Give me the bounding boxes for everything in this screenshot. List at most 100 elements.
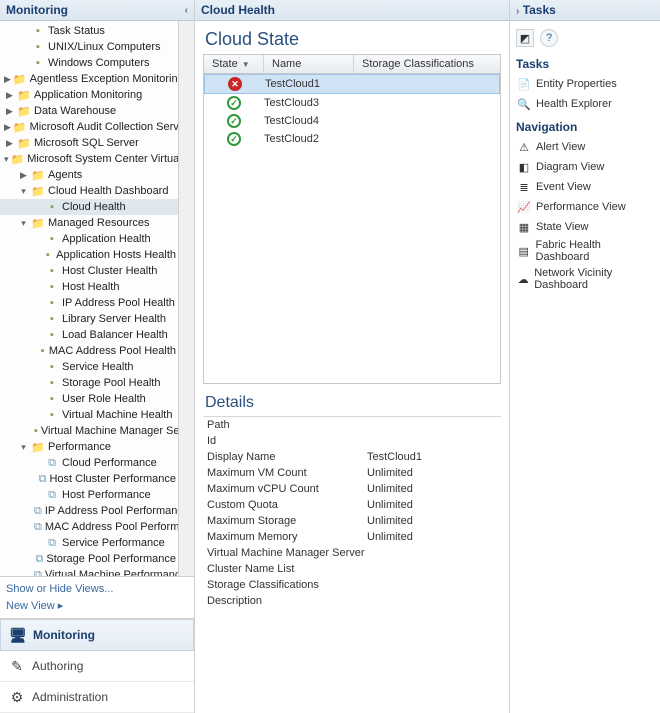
tree-item[interactable]: ⧉Cloud Performance xyxy=(0,455,178,471)
grid-header: State▼ Name Storage Classifications xyxy=(204,55,500,74)
nav-icon: 🖥 xyxy=(9,626,27,644)
nav-icon: ⚙ xyxy=(8,688,26,706)
col-name[interactable]: Name xyxy=(264,55,354,73)
expander-icon xyxy=(18,58,29,69)
folder-icon: 📁 xyxy=(11,152,25,166)
nav-monitoring[interactable]: 🖥Monitoring xyxy=(0,619,194,651)
monitoring-tree[interactable]: ▪Task Status▪UNIX/Linux Computers▪Window… xyxy=(0,21,178,576)
expander-icon[interactable]: ▾ xyxy=(18,186,29,197)
navigation-link[interactable]: ≣Event View xyxy=(516,177,654,197)
expander-icon[interactable]: ▶ xyxy=(4,138,15,149)
grid-body[interactable]: ✕TestCloud1✓TestCloud3✓TestCloud4✓TestCl… xyxy=(204,74,500,383)
task-link[interactable]: 📄Entity Properties xyxy=(516,74,654,94)
expander-icon[interactable]: ▶ xyxy=(4,122,11,133)
expander-icon[interactable]: ▶ xyxy=(18,170,29,181)
task-action-button[interactable]: ◩ xyxy=(516,29,534,47)
nav-administration[interactable]: ⚙Administration xyxy=(0,682,194,713)
tree-item[interactable]: ⧉IP Address Pool Performance xyxy=(0,503,178,519)
tree-item[interactable]: ▪Task Status xyxy=(0,23,178,39)
table-row[interactable]: ✓TestCloud3 xyxy=(204,94,500,112)
folder-icon: 📁 xyxy=(31,440,45,454)
help-button[interactable]: ? xyxy=(540,29,558,47)
perf-icon: ⧉ xyxy=(39,472,47,486)
tree-item[interactable]: ⧉Host Cluster Performance xyxy=(0,471,178,487)
table-row[interactable]: ✕TestCloud1 xyxy=(204,74,500,94)
navigation-link[interactable]: 📈Performance View xyxy=(516,197,654,217)
link-label: Entity Properties xyxy=(536,78,617,90)
show-hide-views-link[interactable]: Show or Hide Views... xyxy=(6,581,188,597)
tree-item[interactable]: ▪Load Balancer Health xyxy=(0,327,178,343)
navigation-link[interactable]: ▤Fabric Health Dashboard xyxy=(516,237,654,265)
expander-icon[interactable]: ▶ xyxy=(4,90,15,101)
link-label: Network Vicinity Dashboard xyxy=(534,267,654,291)
content-pane: Cloud Health Cloud State State▼ Name Sto… xyxy=(195,0,510,713)
expander-icon[interactable]: ▾ xyxy=(18,442,29,453)
expander-icon[interactable]: ▶ xyxy=(4,106,15,117)
tree-item[interactable]: ⧉MAC Address Pool Performance xyxy=(0,519,178,535)
tree-item[interactable]: ▪Host Health xyxy=(0,279,178,295)
expander-icon[interactable]: ▶ xyxy=(4,74,11,85)
tree-item[interactable]: ▶📁Microsoft SQL Server xyxy=(0,135,178,151)
tree-item[interactable]: ⧉Service Performance xyxy=(0,535,178,551)
detail-key: Display Name xyxy=(207,451,367,463)
collapse-left-icon[interactable]: ‹ xyxy=(185,5,188,16)
task-link[interactable]: 🔍Health Explorer xyxy=(516,94,654,114)
cell-name: TestCloud3 xyxy=(264,97,354,109)
folder-icon: 📁 xyxy=(31,184,45,198)
link-icon: 📈 xyxy=(516,199,532,215)
tree-item[interactable]: ▪Virtual Machine Health xyxy=(0,407,178,423)
tree-item[interactable]: ▶📁Agentless Exception Monitoring xyxy=(0,71,178,87)
nav-label: Authoring xyxy=(32,659,83,673)
tree-item[interactable]: ▶📁Agents xyxy=(0,167,178,183)
expander-icon xyxy=(32,458,43,469)
navigation-link[interactable]: ⚠Alert View xyxy=(516,137,654,157)
state-icon: ▪ xyxy=(31,56,45,70)
tree-item[interactable]: ▪Virtual Machine Manager Server Health xyxy=(0,423,178,439)
tree-item[interactable]: ▪Cloud Health xyxy=(0,199,178,215)
tree-item-label: Host Cluster Health xyxy=(62,265,157,277)
tree-item[interactable]: ▪IP Address Pool Health xyxy=(0,295,178,311)
expander-icon[interactable]: ▾ xyxy=(18,218,29,229)
tree-item[interactable]: ▶📁Microsoft Audit Collection Services xyxy=(0,119,178,135)
expander-icon xyxy=(32,330,43,341)
expand-right-icon[interactable]: › xyxy=(516,6,519,17)
tree-item[interactable]: ▾📁Performance xyxy=(0,439,178,455)
tree-item[interactable]: ▶📁Application Monitoring xyxy=(0,87,178,103)
tree-item[interactable]: ▪UNIX/Linux Computers xyxy=(0,39,178,55)
navigation-link[interactable]: ☁Network Vicinity Dashboard xyxy=(516,265,654,293)
expander-icon[interactable]: ▾ xyxy=(4,154,9,165)
expander-icon xyxy=(18,42,29,53)
tree-scrollbar[interactable] xyxy=(178,21,194,576)
new-view-link[interactable]: New View ▸ xyxy=(6,597,188,614)
col-storage[interactable]: Storage Classifications xyxy=(354,55,500,73)
wunderbar: 🖥Monitoring✎Authoring⚙Administration xyxy=(0,618,194,713)
tree-item[interactable]: ⧉Virtual Machine Performance xyxy=(0,567,178,576)
table-row[interactable]: ✓TestCloud4 xyxy=(204,112,500,130)
cell-name: TestCloud1 xyxy=(265,78,355,90)
detail-row: Maximum StorageUnlimited xyxy=(203,513,501,529)
tree-item[interactable]: ▾📁Microsoft System Center Virtual Machin… xyxy=(0,151,178,167)
state-icon: ▪ xyxy=(45,328,59,342)
tree-item[interactable]: ▪Library Server Health xyxy=(0,311,178,327)
col-state[interactable]: State▼ xyxy=(204,55,264,73)
tree-item[interactable]: ▪Storage Pool Health xyxy=(0,375,178,391)
navigation-link[interactable]: ◧Diagram View xyxy=(516,157,654,177)
tree-item[interactable]: ▪Windows Computers xyxy=(0,55,178,71)
nav-authoring[interactable]: ✎Authoring xyxy=(0,651,194,682)
state-healthy-icon: ✓ xyxy=(227,132,241,146)
navigation-link[interactable]: ▦State View xyxy=(516,217,654,237)
tree-item[interactable]: ▪User Role Health xyxy=(0,391,178,407)
tree-item[interactable]: ▪Application Health xyxy=(0,231,178,247)
detail-row: Path xyxy=(203,417,501,433)
tree-item[interactable]: ▪Host Cluster Health xyxy=(0,263,178,279)
table-row[interactable]: ✓TestCloud2 xyxy=(204,130,500,148)
tree-item[interactable]: ▾📁Managed Resources xyxy=(0,215,178,231)
tree-item[interactable]: ⧉Host Performance xyxy=(0,487,178,503)
tree-item[interactable]: ▪Application Hosts Health xyxy=(0,247,178,263)
tree-item[interactable]: ▶📁Data Warehouse xyxy=(0,103,178,119)
tree-item[interactable]: ▪Service Health xyxy=(0,359,178,375)
tree-item[interactable]: ▾📁Cloud Health Dashboard xyxy=(0,183,178,199)
detail-key: Maximum Memory xyxy=(207,531,367,543)
tree-item[interactable]: ⧉Storage Pool Performance xyxy=(0,551,178,567)
tree-item[interactable]: ▪MAC Address Pool Health xyxy=(0,343,178,359)
